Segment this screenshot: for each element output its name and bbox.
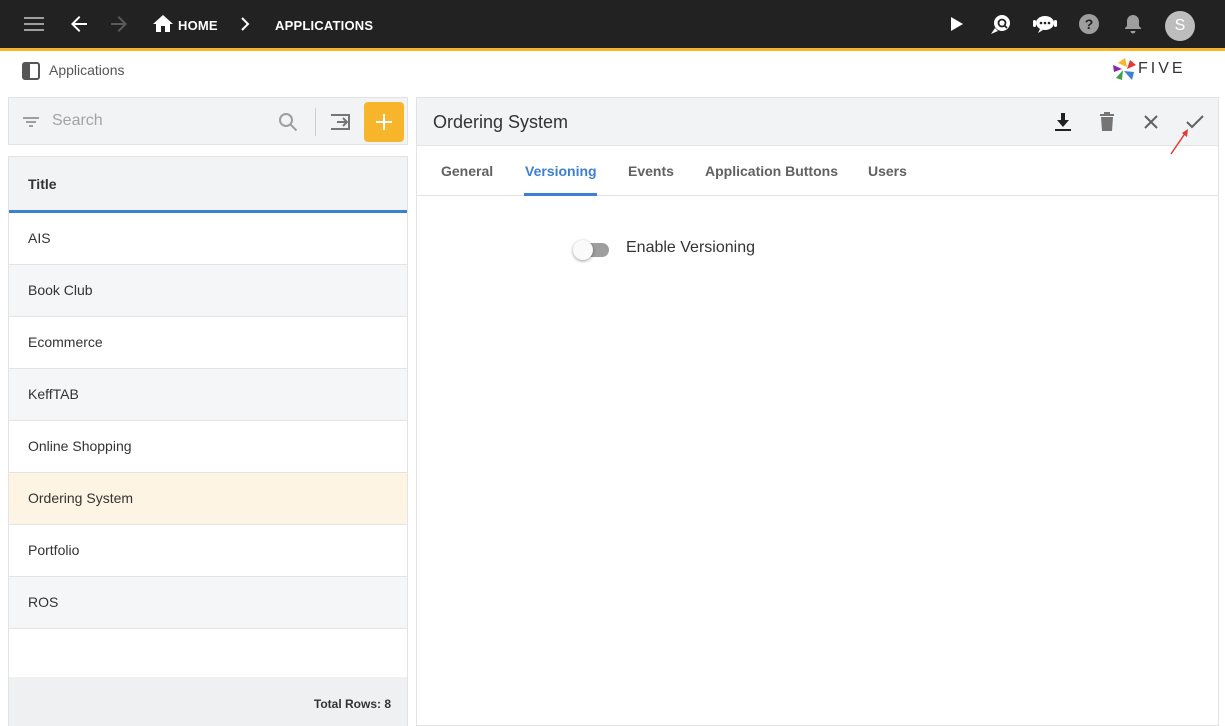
- column-header-title[interactable]: Title: [9, 157, 407, 213]
- tab-application-buttons[interactable]: Application Buttons: [705, 163, 838, 179]
- list-rows: AIS Book Club Ecommerce KeffTAB Online S…: [9, 213, 407, 629]
- five-logo-text: FIVE: [1138, 60, 1186, 77]
- back-arrow-icon[interactable]: [67, 12, 91, 36]
- row-label: ROS: [28, 594, 59, 610]
- download-icon[interactable]: [1051, 110, 1075, 134]
- row-label: Online Shopping: [28, 438, 132, 454]
- tab-bar: General Versioning Events Application Bu…: [417, 147, 1218, 196]
- applications-list: Title AIS Book Club Ecommerce KeffTAB On…: [8, 156, 408, 726]
- list-toolbar: [8, 97, 408, 145]
- page-title: Applications: [49, 62, 125, 78]
- support-chat-icon[interactable]: [1033, 12, 1057, 36]
- annotation-arrow-icon: [1168, 126, 1192, 156]
- play-icon[interactable]: [945, 12, 969, 36]
- search-icon[interactable]: [277, 111, 299, 133]
- list-footer: Total Rows: 8: [9, 677, 407, 726]
- divider: [315, 108, 316, 136]
- enable-versioning-toggle[interactable]: [573, 240, 613, 260]
- tab-events[interactable]: Events: [628, 163, 674, 179]
- column-header-label: Title: [28, 176, 57, 192]
- active-tab-indicator: [524, 193, 597, 196]
- close-icon[interactable]: [1139, 110, 1163, 134]
- tab-general[interactable]: General: [441, 163, 493, 179]
- table-row-selected[interactable]: Ordering System: [9, 473, 407, 525]
- home-icon[interactable]: [151, 12, 175, 36]
- add-button[interactable]: [364, 102, 404, 142]
- toggle-thumb: [573, 240, 593, 260]
- table-row[interactable]: Book Club: [9, 265, 407, 317]
- forward-arrow-icon[interactable]: [107, 12, 131, 36]
- delete-icon[interactable]: [1095, 110, 1119, 134]
- detail-panel: Ordering System General Versioning Event…: [416, 97, 1219, 726]
- import-icon[interactable]: [329, 111, 353, 133]
- breadcrumb-home[interactable]: HOME: [178, 18, 218, 33]
- tab-versioning[interactable]: Versioning: [525, 163, 597, 179]
- help-icon[interactable]: ?: [1077, 12, 1101, 36]
- top-app-bar: HOME APPLICATIONS ? S: [0, 0, 1225, 51]
- table-row[interactable]: KeffTAB: [9, 369, 407, 421]
- row-label: Ordering System: [28, 490, 134, 506]
- table-row[interactable]: ROS: [9, 577, 407, 629]
- table-row[interactable]: Portfolio: [9, 525, 407, 577]
- total-rows: Total Rows: 8: [313, 697, 391, 711]
- table-row[interactable]: Online Shopping: [9, 421, 407, 473]
- search-input[interactable]: [52, 110, 272, 132]
- chevron-right-icon: [233, 12, 257, 36]
- chat-search-icon[interactable]: [989, 12, 1013, 36]
- tab-users[interactable]: Users: [868, 163, 907, 179]
- enable-versioning-label: Enable Versioning: [626, 239, 755, 256]
- bell-icon[interactable]: [1121, 12, 1145, 36]
- row-label: AIS: [28, 230, 51, 246]
- breadcrumb-applications[interactable]: APPLICATIONS: [275, 18, 373, 33]
- row-label: Book Club: [28, 282, 93, 298]
- detail-header: Ordering System: [417, 98, 1218, 146]
- table-row[interactable]: Ecommerce: [9, 317, 407, 369]
- filter-icon[interactable]: [21, 112, 41, 132]
- menu-icon[interactable]: [22, 12, 46, 36]
- row-label: KeffTAB: [28, 386, 79, 402]
- detail-title: Ordering System: [433, 112, 569, 132]
- avatar[interactable]: S: [1165, 11, 1195, 41]
- row-label: Ecommerce: [28, 334, 103, 350]
- table-row[interactable]: AIS: [9, 213, 407, 265]
- panel-toggle-icon[interactable]: [22, 62, 40, 80]
- svg-text:?: ?: [1085, 16, 1094, 32]
- row-label: Portfolio: [28, 542, 80, 558]
- plus-icon: [376, 114, 392, 130]
